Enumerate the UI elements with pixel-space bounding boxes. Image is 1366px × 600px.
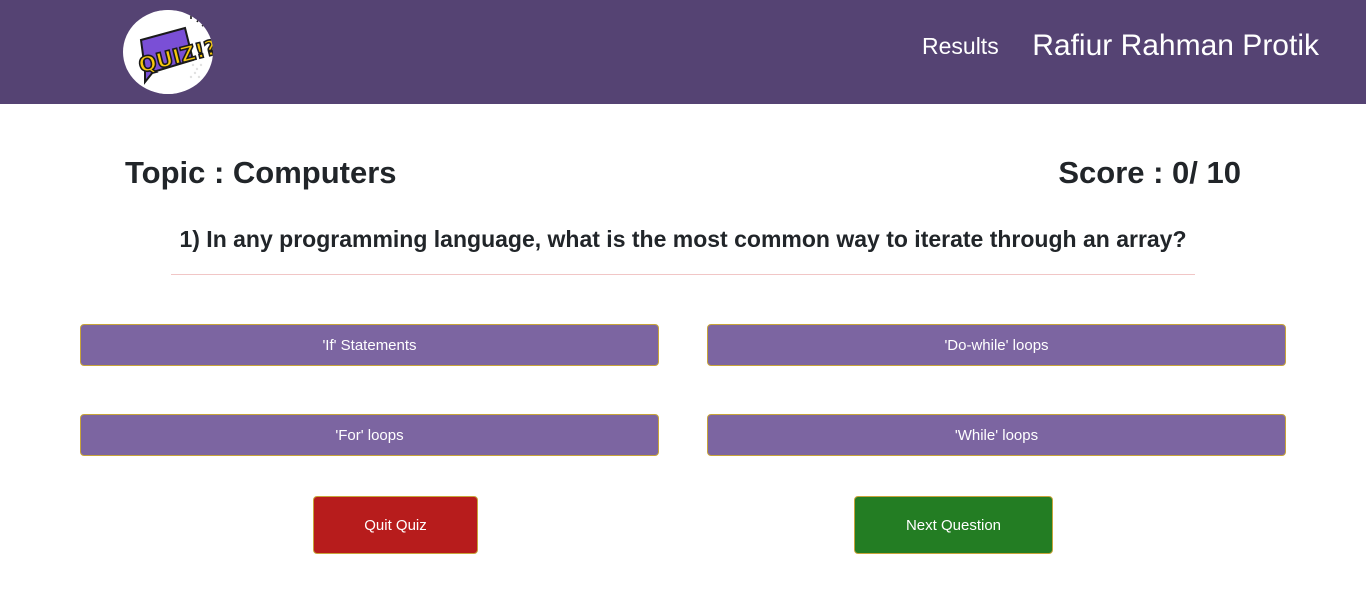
topic-heading: Topic : Computers bbox=[125, 155, 397, 190]
option-button-4[interactable]: 'While' loops bbox=[707, 414, 1286, 456]
nav-results-link[interactable]: Results bbox=[922, 30, 999, 62]
next-question-button[interactable]: Next Question bbox=[854, 496, 1053, 554]
option-button-2[interactable]: 'Do-while' loops bbox=[707, 324, 1286, 366]
option-button-1[interactable]: 'If' Statements bbox=[80, 324, 659, 366]
quit-quiz-button[interactable]: Quit Quiz bbox=[313, 496, 478, 554]
quiz-logo[interactable]: QUIZ!? bbox=[123, 10, 213, 94]
navbar: QUIZ!? Results Rafiur Rahman Protik bbox=[0, 0, 1366, 104]
question-text: 1) In any programming language, what is … bbox=[179, 226, 1187, 252]
question-divider bbox=[171, 274, 1195, 275]
option-button-3[interactable]: 'For' loops bbox=[80, 414, 659, 456]
user-name[interactable]: Rafiur Rahman Protik bbox=[1032, 27, 1319, 65]
quiz-logo-image: QUIZ!? bbox=[126, 10, 213, 94]
score-display: Score : 0/ 10 bbox=[1058, 155, 1241, 190]
